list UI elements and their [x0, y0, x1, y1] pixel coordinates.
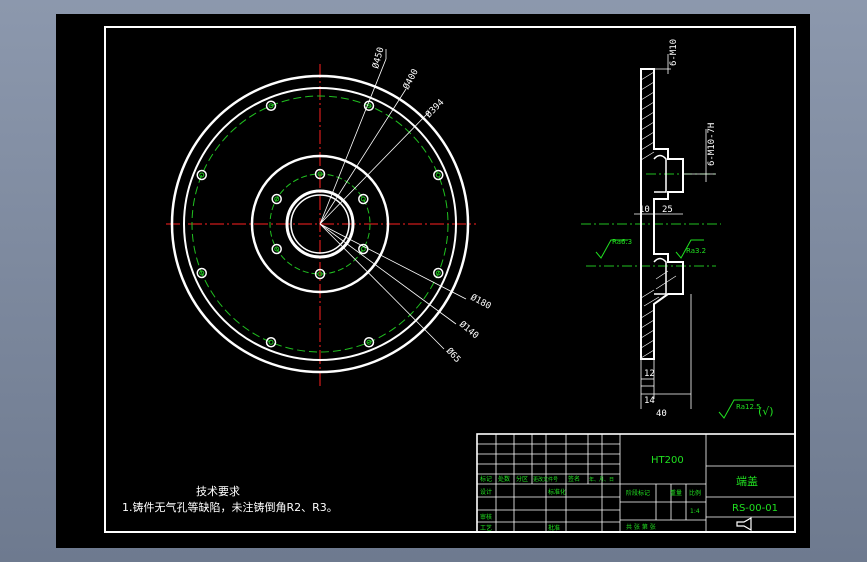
- material-label: HT200: [651, 455, 684, 466]
- drawing-sheet: Ø450 Ø400 Ø394 Ø180 Ø140 Ø65 6-M10 6-M10…: [56, 14, 810, 548]
- outer-bolt-hole-inner: [199, 172, 205, 178]
- header-cell-4: 签名: [568, 475, 580, 483]
- header-cell-0: 标记: [480, 475, 492, 483]
- outer-bolt-hole-inner: [435, 172, 441, 178]
- section-view: 6-M10 6-M10-7H 10 25 12 14 40 Ra6.3 Ra3.…: [581, 39, 774, 419]
- scale-label: 比例: [689, 489, 701, 497]
- row-designer: 设计: [480, 488, 492, 496]
- dim-thread-mid: 6-M10-7H: [707, 123, 717, 166]
- stage-label: 阶段标记: [626, 489, 650, 497]
- drawing-border: [104, 26, 796, 533]
- dim-d394: Ø394: [423, 97, 446, 120]
- dim-d400: Ø400: [401, 67, 421, 91]
- dim-thread-top: 6-M10: [669, 39, 679, 66]
- outer-bolt-hole: [196, 169, 207, 181]
- header-cell-1: 处数: [498, 475, 510, 483]
- roughness-symbols: [595, 239, 754, 419]
- sheet-text: 共 张 第 张: [626, 523, 656, 531]
- roughness-labels: Ra6.3 Ra3.2 Ra12.5 (√): [612, 238, 774, 418]
- inner-bolt-hole: [358, 193, 369, 205]
- roughness-right: Ra3.2: [686, 247, 706, 255]
- section-dimension-lines: [634, 54, 716, 409]
- dim-d180: Ø180: [469, 292, 493, 312]
- header-cell-3: 更改文件号: [533, 476, 558, 483]
- inner-bolt-hole-inner: [360, 196, 366, 202]
- outer-bolt-hole-inner: [268, 339, 274, 345]
- row-approve: 批准: [548, 524, 560, 532]
- roughness-left: Ra6.3: [612, 238, 632, 246]
- tech-requirements-heading: 技术要求: [196, 485, 240, 498]
- inner-bolt-hole-inner: [360, 246, 366, 252]
- roughness-general-suffix: (√): [758, 405, 774, 418]
- title-block-header-labels: 标记 处数 分区 更改文件号 签名 年、月、日 设计 标准化 审核 工艺 批准 …: [480, 475, 701, 532]
- dim-d140: Ø140: [457, 319, 481, 341]
- part-name: 端盖: [736, 474, 758, 488]
- dim-14: 14: [644, 396, 655, 406]
- roughness-general: Ra12.5: [736, 403, 761, 411]
- section-dimension-labels: 6-M10 6-M10-7H 10 25 12 14 40: [639, 39, 717, 419]
- header-cell-5: 年、月、日: [589, 476, 614, 483]
- dim-d65: Ø65: [444, 346, 463, 365]
- title-block: 标记 处数 分区 更改文件号 签名 年、月、日 设计 标准化 审核 工艺 批准 …: [476, 433, 796, 533]
- dim-10: 10: [639, 205, 650, 215]
- row-standard: 标准化: [548, 488, 566, 496]
- drawing-canvas: Ø450 Ø400 Ø394 Ø180 Ø140 Ø65 6-M10 6-M10…: [104, 26, 796, 533]
- dim-12: 12: [644, 369, 655, 379]
- dim-d450: Ø450: [370, 46, 386, 70]
- row-check: 审核: [480, 513, 492, 521]
- tech-requirements-line1: 1.铸件无气孔等缺陷，未注铸倒角R2、R3。: [122, 500, 338, 514]
- projection-symbol-icon: [736, 516, 752, 532]
- section-hatching: [640, 71, 677, 359]
- outer-bolt-hole: [433, 169, 444, 181]
- scale-value: 1:4: [690, 508, 700, 515]
- dim-40: 40: [656, 409, 667, 419]
- outer-bolt-hole: [265, 337, 277, 348]
- dim-25: 25: [662, 205, 673, 215]
- header-cell-2: 分区: [516, 475, 528, 483]
- row-process: 工艺: [480, 524, 492, 532]
- drawing-number: RS-00-01: [732, 503, 778, 514]
- weight-label: 重量: [670, 489, 682, 497]
- plan-view: Ø450 Ø400 Ø394 Ø180 Ø140 Ø65: [166, 46, 493, 386]
